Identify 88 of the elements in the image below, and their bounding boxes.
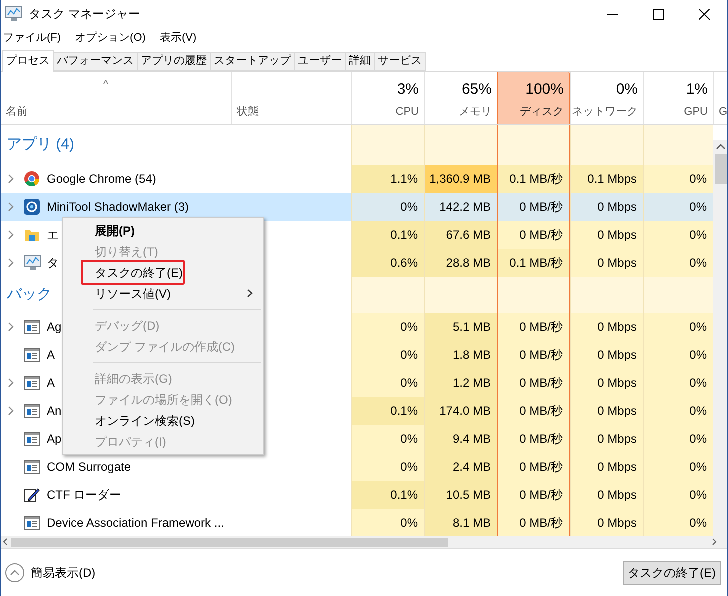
table-cell: 0% — [351, 341, 424, 369]
table-cell: 0 MB/秒 — [497, 509, 570, 537]
table-cell: 0 Mbps — [570, 369, 643, 397]
table-cell: 0% — [643, 369, 713, 397]
table-cell: 0% — [643, 165, 713, 193]
column-label: ディスク — [520, 104, 564, 120]
table-cell: 0.1% — [351, 397, 424, 425]
table-cell: 9.4 MB — [424, 425, 497, 453]
table-cell: 0% — [351, 453, 424, 481]
table-cell: 1.2 MB — [424, 369, 497, 397]
table-cell: 0 MB/秒 — [497, 397, 570, 425]
table-cell: 0% — [643, 481, 713, 509]
table-cell: 0 MB/秒 — [497, 341, 570, 369]
table-cell: 0.1% — [351, 481, 424, 509]
process-name: MiniTool ShadowMaker (3) — [47, 199, 190, 216]
table-cell: 0 Mbps — [570, 341, 643, 369]
table-cell: 5.1 MB — [424, 313, 497, 341]
table-cell: 1,360.9 MB — [424, 165, 497, 193]
table-cell: 28.8 MB — [424, 249, 497, 277]
process-name: Ag — [47, 319, 62, 336]
table-cell: 10.5 MB — [424, 481, 497, 509]
process-name: タ — [47, 255, 59, 272]
table-cell: 0% — [643, 221, 713, 249]
table-cell: 0 MB/秒 — [497, 481, 570, 509]
table-cell: 0 Mbps — [570, 193, 643, 221]
column-percent: 0% — [616, 80, 638, 100]
window-title: タスク マネージャー — [29, 6, 140, 23]
table-cell: 0 Mbps — [570, 425, 643, 453]
table-cell: 0 Mbps — [570, 221, 643, 249]
column-label: 名前 — [6, 104, 29, 120]
process-name: Ap — [47, 431, 62, 448]
table-cell: 0.1 MB/秒 — [497, 165, 570, 193]
table-cell: 0 MB/秒 — [497, 369, 570, 397]
group-heading: アプリ (4) — [7, 134, 74, 155]
table-cell: 0 MB/秒 — [497, 425, 570, 453]
column-percent: 65% — [462, 80, 492, 100]
table-cell: 0% — [351, 509, 424, 537]
table-cell: 0.1 MB/秒 — [497, 249, 570, 277]
column-percent: 1% — [686, 80, 708, 100]
table-cell: 0% — [643, 249, 713, 277]
table-cell: 0% — [351, 425, 424, 453]
process-name: COM Surrogate — [47, 459, 132, 476]
table-cell: 0 MB/秒 — [497, 221, 570, 249]
table-cell: 0 Mbps — [570, 313, 643, 341]
process-name: An — [47, 403, 62, 420]
column-percent: 3% — [397, 80, 419, 100]
sort-caret: ^ — [103, 78, 109, 93]
table-cell: 0 Mbps — [570, 453, 643, 481]
table-cell: 0 Mbps — [570, 249, 643, 277]
table-cell: 2.4 MB — [424, 453, 497, 481]
table-cell: 0 MB/秒 — [497, 193, 570, 221]
table-cell: 174.0 MB — [424, 397, 497, 425]
process-name: A — [47, 375, 56, 392]
group-heading: バック — [7, 284, 52, 305]
column-label: メモリ — [459, 104, 492, 120]
table-cell: 0% — [351, 193, 424, 221]
table-cell: 0% — [643, 397, 713, 425]
process-name: A — [47, 347, 56, 364]
table-cell: 0.1% — [351, 221, 424, 249]
table-cell: 142.2 MB — [424, 193, 497, 221]
column-label: 状態 — [237, 104, 260, 120]
process-name: エ — [47, 227, 59, 244]
column-label: CPU — [396, 104, 419, 120]
table-cell: 0 Mbps — [570, 509, 643, 537]
table-cell: 0.6% — [351, 249, 424, 277]
table-cell: 0% — [643, 453, 713, 481]
table-cell: 0% — [643, 341, 713, 369]
column-label: GPU — [684, 104, 708, 120]
table-cell: 1.8 MB — [424, 341, 497, 369]
table-cell: 0% — [643, 313, 713, 341]
process-name: Device Association Framework ... — [47, 515, 224, 532]
table-cell: 0% — [643, 425, 713, 453]
table-cell: 0% — [643, 509, 713, 537]
table-cell: 0 Mbps — [570, 397, 643, 425]
table-cell: 0 MB/秒 — [497, 453, 570, 481]
column-label: ネットワーク — [572, 104, 638, 120]
column-percent: 100% — [526, 80, 564, 100]
table-cell: 8.1 MB — [424, 509, 497, 537]
table-cell: 0% — [351, 369, 424, 397]
table-cell: 0 Mbps — [570, 481, 643, 509]
process-name: Google Chrome (54) — [47, 171, 156, 188]
table-cell: 0% — [351, 313, 424, 341]
table-cell: 0.1 Mbps — [570, 165, 643, 193]
table-cell: 0 MB/秒 — [497, 313, 570, 341]
table-cell: 0% — [643, 193, 713, 221]
table-cell: 67.6 MB — [424, 221, 497, 249]
table-cell: 1.1% — [351, 165, 424, 193]
process-name: CTF ローダー — [47, 487, 122, 504]
